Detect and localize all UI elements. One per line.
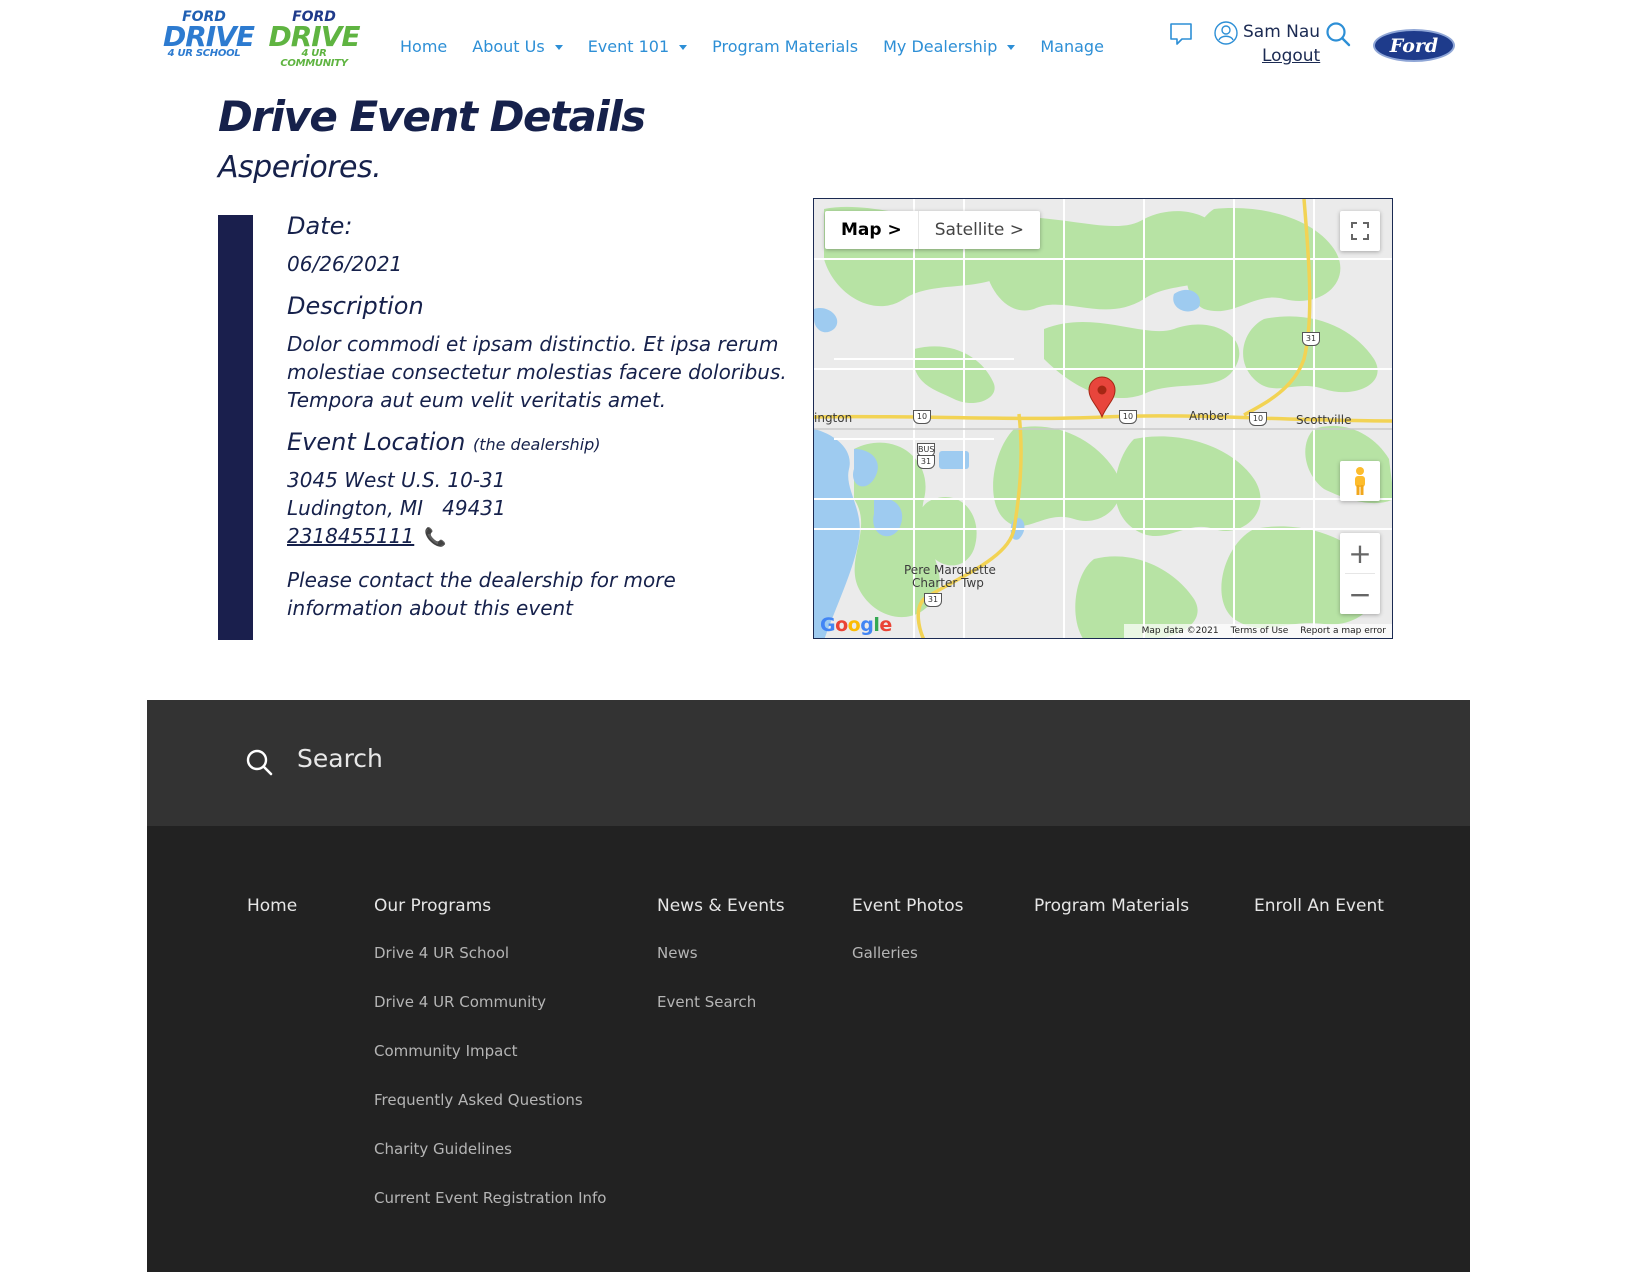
footer-our-programs-link[interactable]: Our Programs [374,896,606,916]
accent-bar [218,215,253,640]
report-map-error-link[interactable]: Report a map error [1300,626,1386,636]
description-label: Description [287,292,424,320]
footer-column-event-photos: Event Photos Galleries [852,896,963,965]
nav-program-materials[interactable]: Program Materials [712,37,858,56]
footer-news-events-link[interactable]: News & Events [657,896,785,916]
footer-link-faq[interactable]: Frequently Asked Questions [374,1089,606,1112]
map-label-amber: Amber [1189,409,1229,423]
nav-home[interactable]: Home [400,37,447,56]
footer-column-news-events: News & Events News Event Search [657,896,785,1014]
route-shield-31: 31 [924,593,942,607]
phone-icon: 📞 [424,527,447,548]
contact-note: Please contact the dealership for more i… [287,568,676,620]
map-pin-icon[interactable] [1088,376,1116,418]
caret-down-icon [679,44,688,50]
search-icon[interactable] [1325,21,1351,47]
footer-search-bar[interactable]: Search [147,700,1470,826]
event-location-label: Event Location [287,428,466,456]
event-map[interactable]: ington Amber Scottville Pere Marquette C… [813,198,1393,639]
site-footer: Home Our Programs Drive 4 UR School Driv… [147,826,1470,1272]
page-title: Drive Event Details [218,92,646,141]
footer-column-our-programs: Our Programs Drive 4 UR School Drive 4 U… [374,896,606,1210]
address-line-2: Ludington, MI 49431 [287,496,506,520]
route-shield-10: 10 [913,410,931,424]
event-location-note: (the dealership) [472,435,601,454]
map-label-pere-marquette: Pere Marquette [904,563,996,577]
footer-link-drive-4-ur-community[interactable]: Drive 4 UR Community [374,991,606,1014]
description-text: Dolor commodi et ipsam distinctio. Et ip… [287,332,787,412]
route-shield-10: 10 [1119,410,1137,424]
footer-column-home: Home [247,896,297,916]
google-logo[interactable]: Google [820,614,892,636]
map-label-ludington: ington [814,411,853,425]
footer-program-materials-link[interactable]: Program Materials [1034,896,1189,916]
footer-link-community-impact[interactable]: Community Impact [374,1040,606,1063]
street-view-button[interactable] [1340,461,1380,501]
drive-4-ur-school-logo[interactable]: FORD DRIVE 4 UR SCHOOL [163,10,255,59]
footer-link-galleries[interactable]: Galleries [852,942,963,965]
map-label-charter-twp: Charter Twp [912,576,984,590]
footer-column-enroll-an-event: Enroll An Event [1254,896,1384,916]
chat-icon[interactable] [1168,21,1194,47]
phone-row: 2318455111 📞 [287,522,447,552]
route-shield-31: 31 [917,455,935,469]
date-value: 06/26/2021 [287,252,403,276]
pegman-icon [1355,467,1365,495]
ford-logo[interactable]: Ford [1373,29,1455,62]
map-attribution: Map data ©2021 Terms of Use Report a map… [1123,624,1392,638]
zoom-in-button[interactable]: + [1340,533,1380,573]
footer-link-event-registration-info[interactable]: Current Event Registration Info [374,1187,606,1210]
nav-event-101[interactable]: Event 101 [588,37,688,56]
event-location-heading: Event Location (the dealership) [287,428,601,456]
footer-link-charity-guidelines[interactable]: Charity Guidelines [374,1138,606,1161]
date-label: Date: [287,212,353,240]
footer-link-event-search[interactable]: Event Search [657,991,785,1014]
footer-home-link[interactable]: Home [247,896,297,916]
nav-about-us[interactable]: About Us [472,37,563,56]
fullscreen-icon [1351,222,1369,240]
user-icon[interactable] [1214,21,1238,45]
footer-event-photos-link[interactable]: Event Photos [852,896,963,916]
user-name: Sam Nau [1243,22,1321,42]
search-icon [246,749,273,776]
main-nav: Home About Us Event 101 Program Material… [400,34,1129,58]
zoom-out-button[interactable]: − [1340,574,1380,614]
route-shield-10: 10 [1249,412,1267,426]
drive-4-ur-community-logo[interactable]: FORD DRIVE 4 UR COMMUNITY [268,10,360,69]
map-view-button[interactable]: Map > [825,211,919,249]
event-name: Asperiores. [218,150,382,185]
logout-link[interactable]: Logout [1262,46,1320,66]
footer-link-news[interactable]: News [657,942,785,965]
caret-down-icon [1007,44,1016,50]
satellite-view-button[interactable]: Satellite > [919,211,1040,249]
footer-search-input[interactable]: Search [297,744,383,773]
terms-of-use-link[interactable]: Terms of Use [1231,626,1289,636]
address-line-1: 3045 West U.S. 10-31 [287,468,506,492]
site-header: FORD DRIVE 4 UR SCHOOL FORD DRIVE 4 UR C… [0,0,1645,90]
footer-column-program-materials: Program Materials [1034,896,1189,916]
nav-manage[interactable]: Manage [1040,37,1104,56]
footer-enroll-an-event-link[interactable]: Enroll An Event [1254,896,1384,916]
nav-my-dealership[interactable]: My Dealership [883,37,1016,56]
fullscreen-button[interactable] [1340,211,1380,251]
map-label-scottville: Scottville [1296,413,1352,427]
map-type-control: Map > Satellite > [825,211,1041,249]
zoom-control: + − [1340,533,1380,614]
caret-down-icon [554,44,563,50]
footer-link-drive-4-ur-school[interactable]: Drive 4 UR School [374,942,606,965]
route-shield-31: 31 [1302,332,1320,346]
map-data-credit: Map data ©2021 [1141,626,1219,636]
phone-link[interactable]: 2318455111 [287,524,414,548]
